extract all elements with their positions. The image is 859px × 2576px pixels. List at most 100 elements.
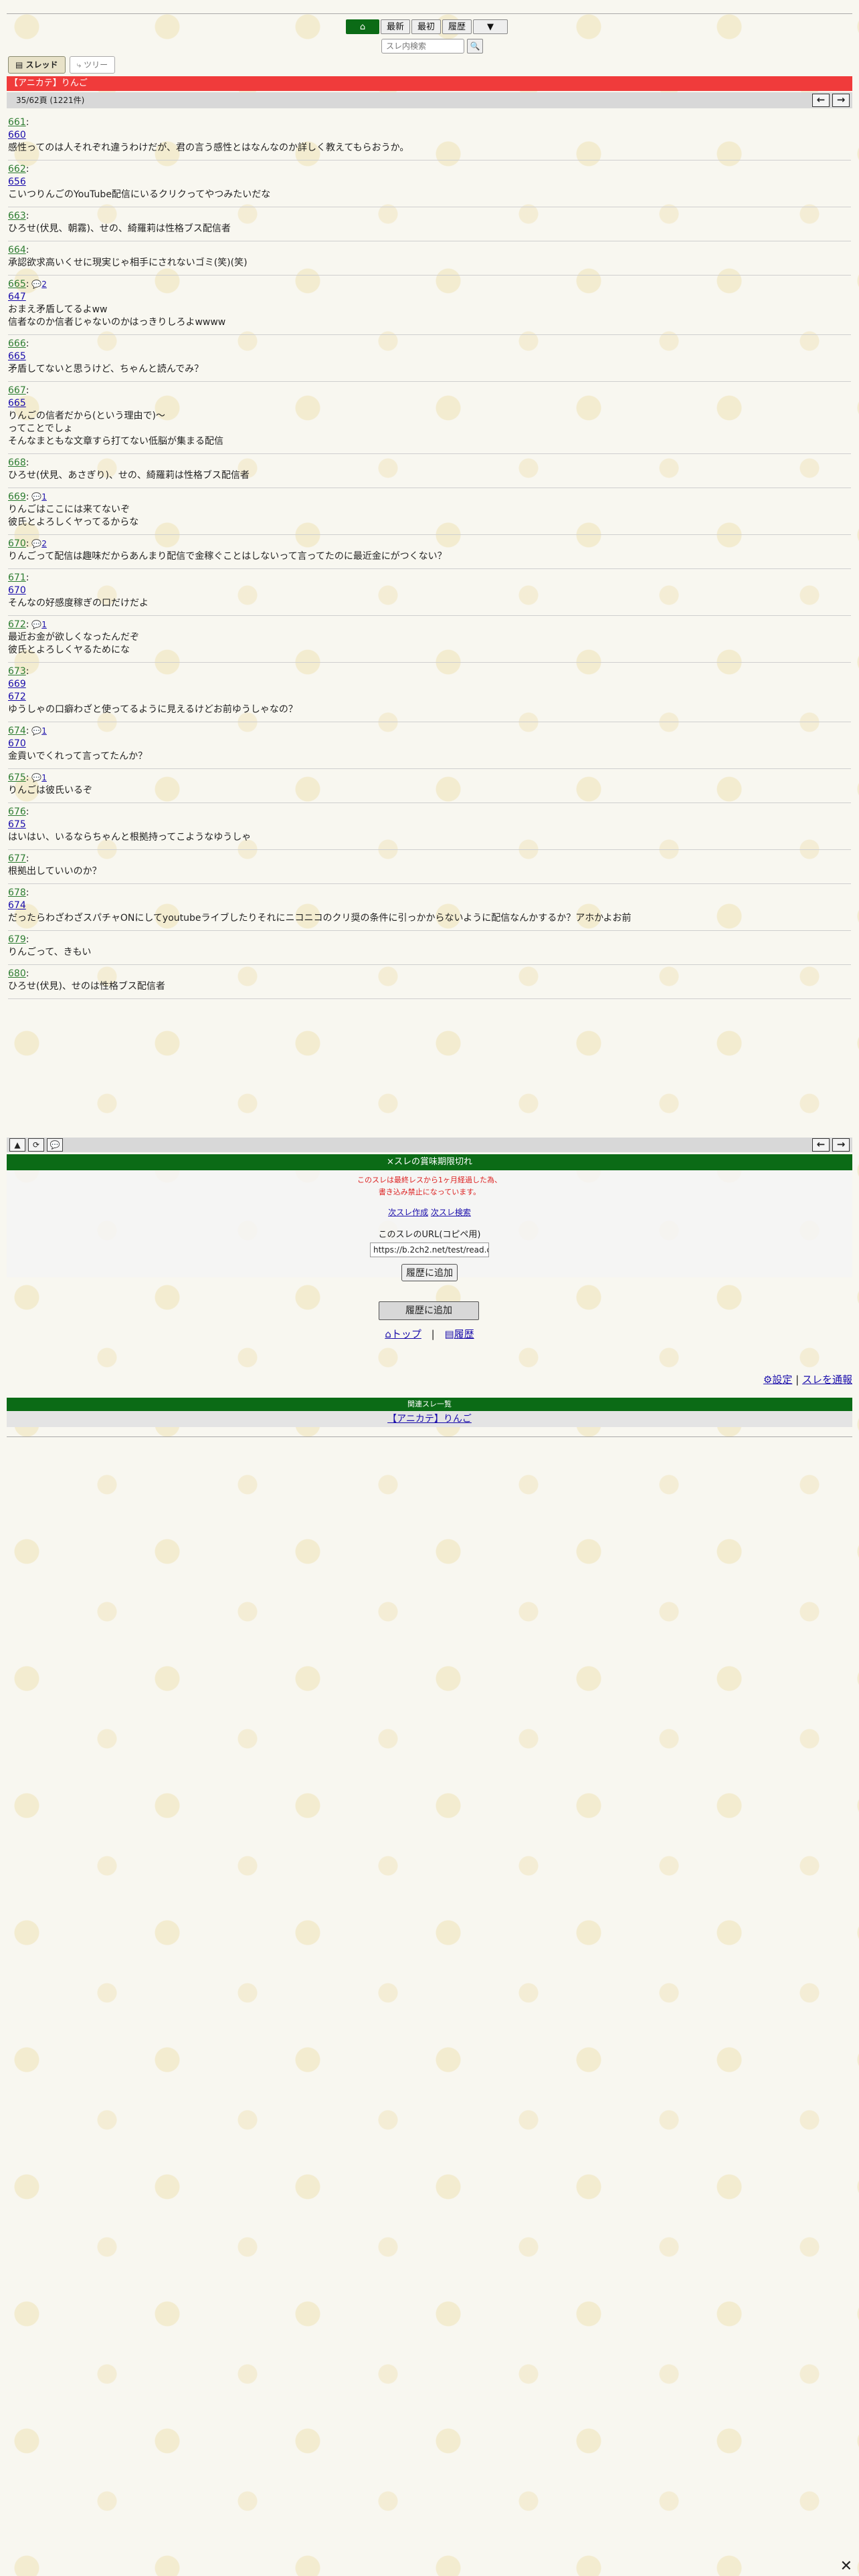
thread-url-field[interactable]: https://b.2ch2.net/test/read.cgi xyxy=(370,1243,489,1257)
post-number[interactable]: 680 xyxy=(8,968,26,979)
post-number[interactable]: 665 xyxy=(8,279,26,290)
search-next-link[interactable]: 次スレ検索 xyxy=(431,1208,471,1217)
first-button[interactable]: 最初 xyxy=(411,19,441,34)
bottom-nav: ⌂トップ | ▤履歴 xyxy=(0,1327,859,1341)
post-number[interactable]: 668 xyxy=(8,457,26,468)
top-link[interactable]: ⌂トップ xyxy=(385,1328,421,1340)
post-body: ひろせ(伏見)、せのは性格ブス配信者 xyxy=(8,980,851,993)
post-header: 680: xyxy=(8,968,851,980)
post-body: りんごは彼氏いるぞ xyxy=(8,784,851,797)
post-number[interactable]: 675 xyxy=(8,772,26,783)
post-number[interactable]: 678 xyxy=(8,887,26,898)
post-body: だったらわざわざスパチャONにしてyoutubeライブしたりそれにニコニコのクリ… xyxy=(8,912,851,925)
post-colon: : xyxy=(25,211,29,221)
post-colon: : xyxy=(25,968,29,979)
post-text-line: そんなまともな文章すら打てない低脳が集まる配信 xyxy=(8,436,223,447)
comment-badge-icon[interactable]: 💬 xyxy=(47,1138,63,1152)
post-body: りんごはここには来てないぞ 彼氏とよろしくヤってるからな xyxy=(8,504,851,529)
post-number[interactable]: 670 xyxy=(8,538,26,549)
post-colon: : xyxy=(25,887,29,898)
reply-anchor-link[interactable]: 665 xyxy=(8,350,851,363)
reply-anchor-link[interactable]: 669 xyxy=(8,678,851,691)
post-number[interactable]: 674 xyxy=(8,726,26,736)
reply-anchor-link[interactable]: 670 xyxy=(8,738,851,750)
history-link[interactable]: ▤履歴 xyxy=(444,1328,474,1340)
post-number[interactable]: 669 xyxy=(8,492,26,502)
thread-mode-button[interactable]: ▤ スレッド xyxy=(8,56,66,74)
reply-count-link[interactable]: 2 xyxy=(41,280,47,289)
close-icon[interactable]: ✕ xyxy=(840,2558,852,2575)
post-number[interactable]: 662 xyxy=(8,164,26,175)
post-number[interactable]: 672 xyxy=(8,619,26,630)
settings-bar: ⚙設定 | スレを通報 xyxy=(763,1372,852,1386)
search-icon[interactable]: 🔍 xyxy=(467,39,483,53)
post-number[interactable]: 667 xyxy=(8,385,26,396)
view-mode-switch: ▤ スレッド ⤷ ツリー xyxy=(8,56,116,74)
search-input[interactable] xyxy=(381,39,464,53)
post-header: 674: 💬1 xyxy=(8,725,851,738)
post-header: 675: 💬1 xyxy=(8,772,851,784)
reply-anchor-link[interactable]: 670 xyxy=(8,584,851,597)
post-number[interactable]: 679 xyxy=(8,934,26,945)
post-item: 664: 承認欲求高いくせに現実じゃ相手にされないゴミ(笑)(笑) xyxy=(8,241,851,276)
post-number[interactable]: 666 xyxy=(8,338,26,349)
reply-count: 💬1 xyxy=(29,492,47,502)
post-number[interactable]: 673 xyxy=(8,666,26,677)
reply-count-link[interactable]: 1 xyxy=(41,726,47,736)
post-item: 672: 💬1 最近お金が欲しくなったんだぞ 彼氏とよろしくヤるためにな xyxy=(8,616,851,663)
post-text-line: 根拠出していいのか？ xyxy=(8,866,102,877)
reply-anchor-link[interactable]: 675 xyxy=(8,819,851,831)
post-body: 最近お金が欲しくなったんだぞ 彼氏とよろしくヤるためにな xyxy=(8,631,851,657)
post-body: 金貢いでくれって言ってたんか？ xyxy=(8,750,851,763)
report-link[interactable]: スレを通報 xyxy=(802,1374,852,1386)
post-text-line: ひろせ(伏見)、せのは性格ブス配信者 xyxy=(8,981,165,992)
reply-anchor-link[interactable]: 665 xyxy=(8,397,851,410)
next-page-button[interactable]: → xyxy=(832,94,850,107)
tree-mode-button[interactable]: ⤷ ツリー xyxy=(69,56,116,74)
add-history-button-footer[interactable]: 履歴に追加 xyxy=(379,1301,479,1320)
home-button[interactable]: ⌂ xyxy=(346,19,379,34)
post-header: 676: xyxy=(8,806,851,819)
settings-link[interactable]: ⚙設定 xyxy=(763,1374,792,1386)
post-text-line: 金貢いでくれって言ってたんか？ xyxy=(8,751,148,762)
post-number[interactable]: 661 xyxy=(8,117,26,128)
related-thread-link[interactable]: 【アニカテ】りんご xyxy=(387,1414,472,1424)
post-number[interactable]: 677 xyxy=(8,853,26,864)
post-text-line: 承認欲求高いくせに現実じゃ相手にされないゴミ(笑)(笑) xyxy=(8,257,248,268)
post-number[interactable]: 676 xyxy=(8,807,26,817)
reply-count-link[interactable]: 1 xyxy=(41,620,47,629)
post-text-line: りんごはここには来てないぞ xyxy=(8,504,130,515)
post-item: 666: 665 矛盾してないと思うけど、ちゃんと読んでみ？ xyxy=(8,335,851,382)
next-page-button-bottom[interactable]: → xyxy=(832,1138,850,1152)
add-history-button[interactable]: 履歴に追加 xyxy=(401,1264,458,1281)
post-number[interactable]: 663 xyxy=(8,211,26,221)
reply-anchor-link[interactable]: 656 xyxy=(8,176,851,189)
prev-page-button-bottom[interactable]: ← xyxy=(812,1138,830,1152)
post-text-line: だったらわざわざスパチャONにしてyoutubeライブしたりそれにニコニコのクリ… xyxy=(8,913,632,924)
post-number[interactable]: 671 xyxy=(8,572,26,583)
reply-count-link[interactable]: 1 xyxy=(41,773,47,782)
top-link-label: トップ xyxy=(391,1328,421,1340)
post-header: 677: xyxy=(8,853,851,865)
history-button[interactable]: 履歴 xyxy=(442,19,472,34)
expired-warning: このスレは最終レスから1ヶ月経過した為、 書き込み禁止になっています。 xyxy=(7,1174,852,1198)
scroll-top-button[interactable]: ▲ xyxy=(9,1138,25,1152)
reply-anchor-link[interactable]: 674 xyxy=(8,899,851,912)
post-number[interactable]: 664 xyxy=(8,245,26,255)
reply-anchor-link[interactable]: 672 xyxy=(8,691,851,704)
reply-anchor-link[interactable]: 660 xyxy=(8,129,851,142)
prev-page-button[interactable]: ← xyxy=(812,94,830,107)
post-item: 665: 💬2 647 おまえ矛盾してるよww 信者なのか信者じゃないのかはっきりしろ… xyxy=(8,276,851,335)
menu-dropdown-button[interactable]: ▼ xyxy=(473,19,508,34)
gear-icon: ⚙ xyxy=(763,1374,773,1386)
latest-button[interactable]: 最新 xyxy=(381,19,410,34)
reload-button[interactable]: ⟳ xyxy=(28,1138,44,1152)
reply-anchor-link[interactable]: 647 xyxy=(8,291,851,304)
reply-icon: 💬 xyxy=(29,539,42,548)
new-thread-link[interactable]: 次スレ作成 xyxy=(388,1208,428,1217)
next-thread-links: 次スレ作成 次スレ検索 xyxy=(7,1206,852,1218)
reply-count-link[interactable]: 1 xyxy=(41,492,47,502)
reply-count-link[interactable]: 2 xyxy=(41,539,47,548)
post-item: 676: 675 はいはい、いるならちゃんと根拠持ってこようなゆうしゃ xyxy=(8,803,851,850)
post-body: ひろせ(伏見、朝霧)、せの、綺羅莉は性格ブス配信者 xyxy=(8,223,851,235)
